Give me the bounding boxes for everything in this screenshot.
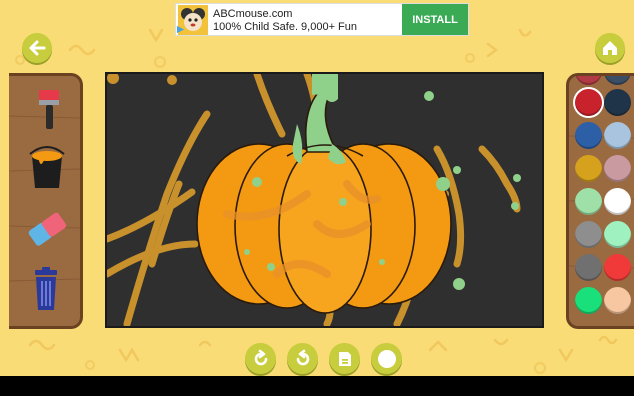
ad-install-button[interactable]: INSTALL (402, 4, 468, 35)
arrow-left-icon (29, 40, 46, 56)
ad-choices-icon[interactable] (176, 25, 185, 34)
undo-icon (254, 349, 267, 365)
drawing-canvas[interactable] (105, 72, 544, 328)
app-screen: ABCmouse.com 100% Child Safe. 9,000+ Fun… (0, 0, 634, 376)
paint-bucket-icon (29, 146, 65, 188)
color-swatch[interactable] (575, 188, 602, 215)
save-icon (338, 351, 351, 366)
color-swatch[interactable] (575, 287, 602, 314)
redo-button[interactable] (287, 343, 318, 374)
color-swatch[interactable] (575, 155, 602, 182)
ad-title: ABCmouse.com (213, 8, 293, 20)
undo-button[interactable] (245, 343, 276, 374)
color-swatch[interactable] (604, 89, 631, 116)
ad-banner[interactable]: ABCmouse.com 100% Child Safe. 9,000+ Fun… (175, 3, 469, 36)
redo-icon (296, 349, 309, 365)
circle-icon (377, 349, 396, 368)
color-swatch[interactable] (575, 89, 602, 116)
eraser-tool[interactable] (18, 204, 74, 252)
color-swatch[interactable] (575, 221, 602, 248)
home-icon (603, 41, 617, 55)
trash-icon (35, 267, 57, 310)
paint-bucket-tool[interactable] (18, 144, 74, 192)
pumpkin-drawing (107, 74, 521, 326)
color-swatch[interactable] (604, 254, 631, 281)
tool-panel (9, 73, 83, 329)
ad-subtitle: 100% Child Safe. 9,000+ Fun (213, 21, 358, 33)
trash-tool[interactable] (18, 266, 74, 314)
color-swatch[interactable] (604, 188, 631, 215)
back-button[interactable] (22, 33, 52, 63)
color-palette (566, 73, 634, 329)
color-swatch[interactable] (604, 221, 631, 248)
color-swatch[interactable] (604, 287, 631, 314)
color-swatch[interactable] (575, 254, 602, 281)
paint-brush-tool[interactable] (18, 84, 74, 132)
color-swatch[interactable] (604, 155, 631, 182)
eraser-icon (28, 212, 67, 246)
paint-brush-icon (39, 90, 59, 129)
brush-size-button[interactable] (371, 343, 402, 374)
color-swatch[interactable] (575, 122, 602, 149)
home-button[interactable] (595, 33, 625, 63)
save-button[interactable] (329, 343, 360, 374)
color-swatch[interactable] (604, 122, 631, 149)
